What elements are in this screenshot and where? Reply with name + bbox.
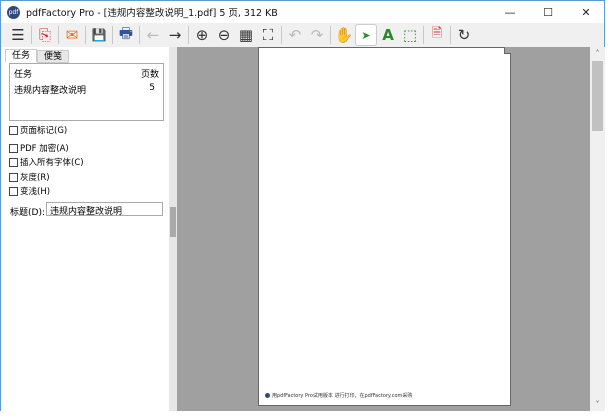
- refresh-icon[interactable]: ↻: [453, 24, 475, 46]
- redo-icon[interactable]: ↷: [306, 24, 328, 46]
- pdf-icon[interactable]: ⎘: [34, 24, 56, 46]
- delete-page-icon[interactable]: 🗎: [426, 24, 448, 46]
- column-header-pages[interactable]: 页数: [141, 67, 159, 80]
- checkbox-page-marks[interactable]: 页面标记(G): [9, 124, 67, 136]
- grid-icon[interactable]: ▦: [235, 24, 257, 46]
- forward-icon[interactable]: →: [164, 24, 186, 46]
- app-window: pdf pdfFactory Pro - [违规内容整改说明_1.pdf] 5 …: [0, 0, 605, 411]
- left-panel: 任务 便笺 任务 页数 违规内容整改说明 5 页面标记(G) PDF 加密(A) 插…: [1, 47, 169, 411]
- scroll-down-icon[interactable]: ˅: [590, 400, 605, 409]
- fit-page-icon[interactable]: ⛶: [257, 24, 279, 46]
- title-input[interactable]: 违规内容整改说明: [46, 202, 163, 217]
- panel-splitter[interactable]: [169, 47, 177, 411]
- checkbox-pdf-encrypt[interactable]: PDF 加密(A): [9, 142, 69, 154]
- checkbox-embed-fonts[interactable]: 插入所有字体(C): [9, 156, 84, 168]
- close-button[interactable]: ✕: [567, 1, 605, 23]
- vertical-scrollbar[interactable]: ˄ ˅: [590, 47, 605, 411]
- list-item[interactable]: 违规内容整改说明 5: [10, 80, 163, 96]
- minimize-button[interactable]: —: [491, 1, 529, 23]
- tab-notes[interactable]: 便笺: [37, 50, 70, 63]
- select-icon[interactable]: ➤: [355, 24, 377, 46]
- zoom-out-icon[interactable]: ⊖: [213, 24, 235, 46]
- marquee-icon[interactable]: ⬚: [399, 24, 421, 46]
- hand-icon[interactable]: ✋: [333, 24, 355, 46]
- zoom-in-icon[interactable]: ⊕: [191, 24, 213, 46]
- email-icon[interactable]: ✉: [61, 24, 83, 46]
- page-footer: 用pdfFactory Pro试用版本 进行打印，在pdfFactory.com…: [265, 392, 412, 399]
- checkbox-grayscale[interactable]: 灰度(R): [9, 171, 50, 183]
- column-header-task[interactable]: 任务: [14, 67, 32, 80]
- scroll-up-icon[interactable]: ˄: [590, 49, 605, 58]
- back-icon[interactable]: ←: [142, 24, 164, 46]
- pdffactory-logo-icon: [265, 393, 270, 398]
- undo-icon[interactable]: ↶: [284, 24, 306, 46]
- page-preview[interactable]: 用pdfFactory Pro试用版本 进行打印，在pdfFactory.com…: [258, 47, 511, 406]
- app-icon: pdf: [7, 5, 20, 19]
- scroll-thumb[interactable]: [592, 61, 603, 131]
- save-icon[interactable]: 💾: [88, 24, 110, 46]
- print-icon[interactable]: 🖶: [115, 24, 137, 46]
- preview-area: 用pdfFactory Pro试用版本 进行打印，在pdfFactory.com…: [177, 47, 590, 411]
- task-name: 违规内容整改说明: [14, 86, 87, 96]
- text-tool-icon[interactable]: A: [377, 24, 399, 46]
- task-pages: 5: [149, 83, 155, 93]
- task-list: 任务 页数 违规内容整改说明 5: [9, 63, 164, 121]
- menu-icon[interactable]: ☰: [7, 24, 29, 46]
- maximize-button[interactable]: ☐: [529, 1, 567, 23]
- title-label: 标题(D):: [10, 208, 45, 218]
- title-bar: pdf pdfFactory Pro - [违规内容整改说明_1.pdf] 5 …: [1, 1, 604, 23]
- tab-tasks[interactable]: 任务: [5, 49, 38, 62]
- checkbox-lighten[interactable]: 变浅(H): [9, 185, 50, 197]
- toolbar: ☰ ⎘ ✉ 💾 🖶 ← → ⊕ ⊖ ▦ ⛶ ↶ ↷ ✋ ➤ A ⬚ 🗎 ↻: [1, 23, 604, 47]
- window-title: pdfFactory Pro - [违规内容整改说明_1.pdf] 5 页, 3…: [26, 8, 278, 19]
